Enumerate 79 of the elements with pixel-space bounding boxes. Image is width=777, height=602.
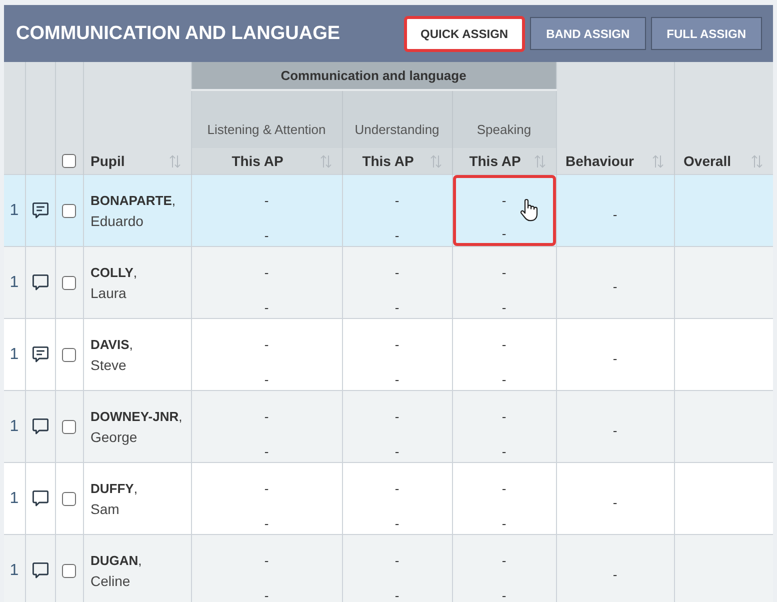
pupil-first-name: Celine [90, 572, 130, 590]
score-value: - [502, 264, 506, 282]
score-value: - [502, 192, 506, 210]
pupil-first-name: George [90, 428, 138, 446]
row-number: 1 [4, 534, 25, 602]
score-value: - [394, 515, 400, 533]
highlighted-cell-frame[interactable]: - - [452, 175, 556, 246]
score-value: - [264, 443, 269, 461]
score-value: - [394, 299, 400, 317]
score-value: - [264, 371, 269, 389]
select-all-checkbox[interactable] [62, 154, 76, 168]
group-header: Communication and language [280, 68, 466, 82]
score-value: - [394, 480, 400, 498]
comment-lines-icon[interactable] [32, 346, 48, 363]
pupil-surname: BONAPARTE, [90, 192, 176, 210]
score-value: - [394, 443, 400, 461]
score-value: - [394, 587, 400, 602]
score-value: - [394, 552, 400, 570]
score-value: - [502, 371, 506, 389]
score-value: - [394, 371, 400, 389]
score-value: - [502, 299, 506, 317]
comment-lines-icon[interactable] [32, 202, 48, 219]
score-value: - [264, 408, 269, 426]
page-title: COMMUNICATION AND LANGUAGE [16, 24, 340, 43]
score-value: - [394, 192, 400, 210]
score-value: - [502, 336, 506, 354]
comment-icon[interactable] [32, 274, 48, 291]
score-value: - [502, 225, 506, 243]
score-value: - [502, 408, 506, 426]
row-checkbox[interactable] [62, 348, 76, 362]
behaviour-value: - [612, 422, 618, 440]
score-value: - [394, 264, 400, 282]
column-header[interactable]: Pupil [90, 150, 125, 172]
comment-icon[interactable] [32, 490, 48, 507]
pupil-surname: COLLY, [90, 264, 137, 282]
hand-cursor-icon [520, 198, 538, 222]
score-value: - [264, 587, 269, 602]
row-checkbox[interactable] [62, 204, 76, 218]
pupil-first-name: Laura [90, 284, 126, 302]
column-header: Listening & Attention [207, 122, 326, 137]
pupil-surname: DUGAN, [90, 552, 142, 570]
pupil-first-name: Eduardo [90, 212, 144, 230]
score-value: - [264, 336, 269, 354]
row-checkbox[interactable] [62, 420, 76, 434]
score-value: - [502, 480, 506, 498]
score-value: - [502, 443, 506, 461]
behaviour-value: - [612, 206, 618, 224]
pupil-surname: DUFFY, [90, 480, 138, 498]
column-header: Speaking [476, 122, 532, 137]
score-value: - [394, 227, 400, 245]
behaviour-value: - [612, 278, 618, 296]
score-value: - [264, 552, 269, 570]
score-value: - [394, 336, 400, 354]
column-header[interactable]: Overall [684, 150, 731, 172]
row-checkbox[interactable] [62, 564, 76, 578]
score-value: - [502, 515, 506, 533]
column-header: Understanding [354, 122, 440, 137]
score-value: - [264, 264, 269, 282]
pupil-surname: DOWNEY-JNR, [90, 408, 182, 426]
pupil-first-name: Sam [90, 500, 120, 518]
score-value: - [264, 227, 269, 245]
score-value: - [394, 408, 400, 426]
score-value: - [502, 552, 506, 570]
score-value: - [264, 480, 269, 498]
pupil-surname: DAVIS, [90, 336, 133, 354]
score-value: - [502, 587, 506, 602]
behaviour-value: - [612, 494, 618, 512]
comment-icon[interactable] [32, 562, 48, 579]
score-value: - [264, 515, 269, 533]
comment-icon[interactable] [32, 418, 48, 435]
score-value: - [264, 299, 269, 317]
behaviour-value: - [612, 566, 618, 584]
score-value: - [264, 192, 269, 210]
behaviour-value: - [612, 350, 618, 368]
row-checkbox[interactable] [62, 276, 76, 290]
pupil-first-name: Steve [90, 356, 126, 374]
row-checkbox[interactable] [62, 492, 76, 506]
assign-button[interactable]: QUICK ASSIGN [404, 16, 526, 52]
column-header[interactable]: Behaviour [566, 150, 634, 172]
